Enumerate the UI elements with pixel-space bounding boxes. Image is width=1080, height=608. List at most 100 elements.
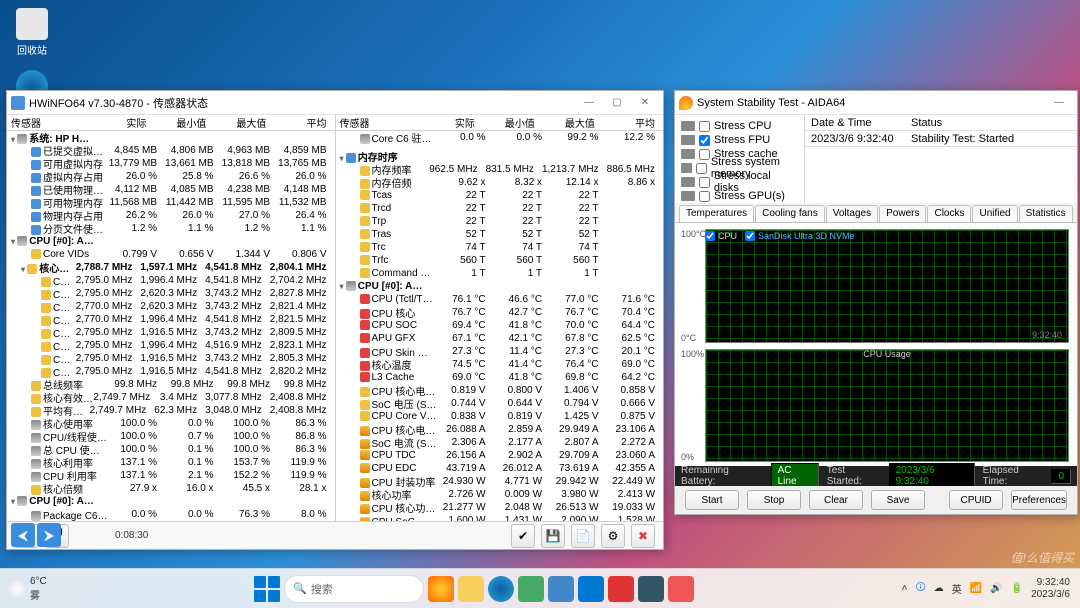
sensor-row[interactable]: CPU SoC 功率 (SVI2…1.600 W1.431 W2.090 W1.… [336, 514, 664, 521]
tab-powers[interactable]: Powers [879, 205, 926, 222]
taskbar-store-icon[interactable] [578, 576, 604, 602]
aida-titlebar[interactable]: System Stability Test - AIDA64 — [675, 91, 1077, 115]
sensor-row[interactable]: Trp22 T22 T22 T [336, 215, 664, 228]
disk-hw-icon [681, 177, 695, 187]
sensor-row[interactable]: Trfc560 T560 T560 T [336, 254, 664, 267]
tab-statistics[interactable]: Statistics [1019, 205, 1073, 222]
search-box[interactable]: 🔍 搜索 [284, 575, 424, 603]
sensor-row[interactable]: 核心温度74.5 °C41.4 °C76.4 °C69.0 °C [336, 358, 664, 371]
start-button[interactable]: Start [685, 490, 739, 510]
sensor-row[interactable]: Trc74 T74 T74 T [336, 241, 664, 254]
hwinfo-titlebar[interactable]: HWiNFO64 v7.30-4870 - 传感器状态 — ▢ ✕ [7, 91, 663, 115]
sensor-row[interactable]: Command Rate1 T1 T1 T [336, 267, 664, 280]
taskbar-clock[interactable]: 9:32:40 2023/3/6 [1031, 577, 1070, 601]
tab-clocks[interactable]: Clocks [927, 205, 971, 222]
sensor-row[interactable]: CPU SOC69.4 °C41.8 °C70.0 °C64.4 °C [336, 319, 664, 332]
minimize-button[interactable]: — [1045, 93, 1073, 113]
sensor-row[interactable]: SoC 电压 (SVI2 TFN)0.744 V0.644 V0.794 V0.… [336, 397, 664, 410]
tab-temperatures[interactable]: Temperatures [679, 205, 754, 222]
cpuid-button[interactable]: CPUID [949, 490, 1003, 510]
minimize-button[interactable]: — [575, 93, 603, 113]
gpu-hw-icon [681, 191, 695, 201]
sensor-row[interactable]: Core C6 驻留率0.0 %0.0 %99.2 %12.2 % [336, 131, 664, 144]
stress-gpu-check[interactable]: Stress GPU(s) [681, 189, 798, 203]
search-icon: 🔍 [293, 582, 307, 595]
cpu-hw-icon [681, 121, 695, 131]
sensor-row[interactable]: SoC 电流 (SVI2 TFN)2.306 A2.177 A2.807 A2.… [336, 436, 664, 449]
tool-check-icon[interactable]: ✔ [511, 524, 535, 548]
aida-buttons: Start Stop Clear Save CPUID Preferences [675, 486, 1077, 514]
taskbar: 6°C 雾 🔍 搜索 ˄ 🛈 ☁ 英 📶 🔊 🔋 9:32:40 2023/3/… [0, 568, 1080, 608]
recycle-bin-label: 回收站 [8, 42, 56, 57]
hwinfo-right-pane: 传感器 实际 最小值 最大值 平均 Core C6 驻留率0.0 %0.0 %9… [336, 115, 664, 521]
legend-cpu-check[interactable]: CPU [705, 231, 737, 241]
close-button[interactable]: ✕ [631, 93, 659, 113]
legend-nvme-check[interactable]: SanDisk Ultra 3D NVMe [745, 231, 855, 241]
clear-button[interactable]: Clear [809, 490, 863, 510]
clk-icon [360, 190, 370, 200]
log-row[interactable]: 2023/3/6 9:32:40 Stability Test: Started [805, 131, 1077, 147]
sensor-rows-left[interactable]: 系统: HP HP ProBoo…已提交虚拟内存4,845 MB4,806 MB… [7, 131, 335, 521]
taskbar-wps-icon[interactable] [608, 576, 634, 602]
tool-save-icon[interactable]: 💾 [541, 524, 565, 548]
aida-statusbar: Remaining Battery: AC Line Test Started:… [675, 466, 1077, 486]
taskbar-app-icon[interactable] [548, 576, 574, 602]
nav-back-button[interactable]: ⮜ [11, 523, 35, 547]
tool-settings-icon[interactable]: ⚙ [601, 524, 625, 548]
save-button[interactable]: Save [871, 490, 925, 510]
preferences-button[interactable]: Preferences [1011, 490, 1067, 510]
sensor-row[interactable]: 内存倍频9.62 x8.32 x12.14 x8.86 x [336, 176, 664, 189]
tray-battery-icon[interactable]: 🔋 [1011, 583, 1023, 594]
tray-wifi-icon[interactable]: 📶 [970, 583, 982, 594]
stress-fpu-check[interactable]: Stress FPU [681, 133, 798, 147]
tray-hwinfo-icon[interactable]: 🛈 [916, 580, 926, 597]
sensor-row[interactable]: Trcd22 T22 T22 T [336, 202, 664, 215]
taskbar-app-icon[interactable] [668, 576, 694, 602]
mem-icon [31, 225, 41, 235]
maximize-button[interactable]: ▢ [603, 93, 631, 113]
sensor-row[interactable]: 分页文件使用率1.2 %1.1 %1.2 %1.1 % [7, 222, 335, 235]
volt-icon [360, 411, 370, 421]
sensor-row[interactable]: 核心倍频27.9 x16.0 x45.5 x28.1 x [7, 482, 335, 495]
sensor-group[interactable]: CPU [#0]: AMD Ryze… [7, 235, 335, 248]
cpu-icon [17, 236, 27, 246]
ime-indicator[interactable]: 英 [952, 581, 962, 596]
tray-chevron-icon[interactable]: ˄ [902, 583, 908, 594]
tool-log-icon[interactable]: 📄 [571, 524, 595, 548]
start-button[interactable] [254, 576, 280, 602]
stress-disk-check[interactable]: Stress local disks [681, 175, 798, 189]
tmp-icon [360, 333, 370, 343]
sensor-row[interactable]: Tcas22 T22 T22 T [336, 189, 664, 202]
recycle-bin[interactable]: 回收站 [8, 8, 56, 57]
tab-voltages[interactable]: Voltages [826, 205, 878, 222]
tab-unified[interactable]: Unified [972, 205, 1017, 222]
stress-cpu-check[interactable]: Stress CPU [681, 119, 798, 133]
sensor-row[interactable]: Tras52 T52 T52 T [336, 228, 664, 241]
clk-icon [360, 203, 370, 213]
taskbar-app-icon[interactable] [518, 576, 544, 602]
taskbar-aida-icon[interactable] [428, 576, 454, 602]
sensor-row[interactable]: CPU TDC26.156 A2.902 A29.709 A23.060 A [336, 449, 664, 462]
tab-cooling[interactable]: Cooling fans [755, 205, 825, 222]
tray-onedrive-icon[interactable]: ☁ [934, 583, 944, 594]
nav-fwd-button[interactable]: ⮞ [37, 523, 61, 547]
clk-icon [360, 229, 370, 239]
column-headers[interactable]: 传感器 实际 最小值 最大值 平均 [336, 115, 664, 131]
sensor-row[interactable]: CPU 核心76.7 °C42.7 °C76.7 °C70.4 °C [336, 306, 664, 319]
tmp-icon [360, 294, 370, 304]
cpu-usage-chart: 100% 0% CPU Usage [679, 349, 1073, 463]
taskbar-app-icon[interactable] [638, 576, 664, 602]
tray-volume-icon[interactable]: 🔊 [990, 583, 1002, 594]
taskbar-explorer-icon[interactable] [458, 576, 484, 602]
taskbar-edge-icon[interactable] [488, 576, 514, 602]
watermark: 值!么值得买 [1011, 549, 1074, 566]
hwinfo-toolbar: ⮜ ⮞ 🖥 🗗 0:08:30 ✔ 💾 📄 ⚙ ✖ [7, 521, 663, 549]
tool-close-icon[interactable]: ✖ [631, 524, 655, 548]
sensor-group[interactable]: CPU [#0]: AMD Ryz… [336, 280, 664, 293]
column-headers[interactable]: 传感器 实际 最小值 最大值 平均 [7, 115, 335, 131]
weather-widget[interactable]: 6°C 雾 [0, 576, 47, 602]
log-header[interactable]: Date & Time Status [805, 115, 1077, 131]
stop-button[interactable]: Stop [747, 490, 801, 510]
tmp-icon [360, 309, 370, 319]
sensor-rows-right[interactable]: Core C6 驻留率0.0 %0.0 %99.2 %12.2 %内存时序内存频… [336, 131, 664, 521]
